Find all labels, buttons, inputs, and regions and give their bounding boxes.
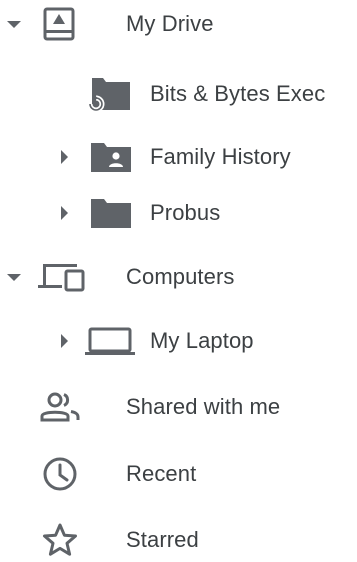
- people-icon: [40, 390, 82, 424]
- folder-label: Bits & Bytes Exec: [150, 81, 326, 106]
- expand-arrow-down-icon[interactable]: [7, 21, 21, 28]
- expand-arrow-right-icon[interactable]: [61, 334, 68, 348]
- nav-item-label: My Drive: [126, 11, 214, 36]
- drive-icon: [42, 7, 76, 41]
- nav-item-computers[interactable]: Computers: [0, 257, 357, 297]
- computer-label: My Laptop: [150, 328, 254, 353]
- folder-label: Family History: [150, 144, 291, 169]
- computers-icon: [38, 260, 86, 294]
- nav-item-label: Shared with me: [126, 394, 281, 419]
- nav-item-recent[interactable]: Recent: [0, 454, 357, 494]
- nav-item-starred[interactable]: Starred: [0, 520, 357, 560]
- expand-arrow-down-icon[interactable]: [7, 274, 21, 281]
- nav-item-label: Computers: [126, 264, 235, 289]
- folder-icon: [90, 196, 132, 230]
- folder-item-bits-bytes-exec[interactable]: Bits & Bytes Exec: [0, 74, 357, 114]
- star-icon: [42, 522, 78, 558]
- nav-item-shared-with-me[interactable]: Shared with me: [0, 387, 357, 427]
- expand-arrow-right-icon[interactable]: [61, 206, 68, 220]
- clock-icon: [42, 456, 78, 492]
- folder-item-probus[interactable]: Probus: [0, 193, 357, 233]
- computer-item-my-laptop[interactable]: My Laptop: [0, 321, 357, 361]
- laptop-icon: [84, 324, 136, 358]
- nav-item-label: Starred: [126, 527, 199, 552]
- nav-item-label: Recent: [126, 461, 197, 486]
- folder-label: Probus: [150, 200, 221, 225]
- folder-item-family-history[interactable]: Family History: [0, 137, 357, 177]
- nav-item-my-drive[interactable]: My Drive: [0, 4, 357, 44]
- shared-folder-icon: [90, 140, 132, 174]
- shortcut-folder-icon: [84, 74, 132, 114]
- expand-arrow-right-icon[interactable]: [61, 150, 68, 164]
